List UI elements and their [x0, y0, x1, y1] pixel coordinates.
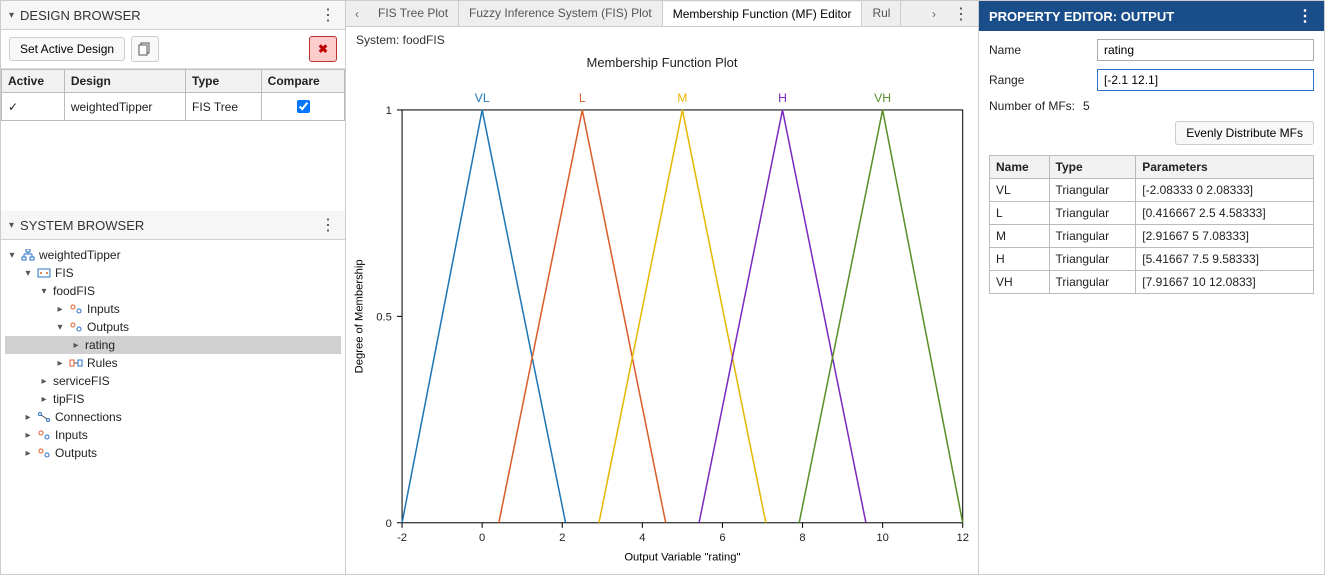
tree-connections[interactable]: ▸ Connections: [5, 408, 341, 426]
left-panel: ▾ DESIGN BROWSER ⋮ Set Active Design ✖ A…: [1, 1, 346, 574]
collapse-icon[interactable]: ▾: [9, 220, 14, 231]
rules-icon: [69, 357, 83, 369]
col-type: Type: [186, 70, 262, 93]
io-icon: [37, 429, 51, 441]
mf-plot: -2 0 2 4 6 8 10 12 0 0.5 1 Output Variable "rating"…: [346, 74, 978, 574]
tree-rules[interactable]: ▸ Rules: [5, 354, 341, 372]
design-toolbar: Set Active Design ✖: [1, 30, 345, 69]
kebab-icon[interactable]: ⋮: [1297, 6, 1314, 26]
name-input[interactable]: [1097, 39, 1314, 61]
table-row[interactable]: VHTriangular[7.91667 10 12.0833]: [990, 271, 1314, 294]
kebab-icon[interactable]: ⋮: [320, 215, 337, 235]
tree-outputs[interactable]: ▾ Outputs: [5, 318, 341, 336]
fis-icon: [37, 267, 51, 279]
io-icon: [69, 321, 83, 333]
range-input[interactable]: [1097, 69, 1314, 91]
svg-text:Output Variable "rating": Output Variable "rating": [624, 551, 740, 563]
svg-text:2: 2: [559, 532, 565, 544]
tree-outputs2[interactable]: ▸ Outputs: [5, 444, 341, 462]
nmf-value: 5: [1083, 99, 1090, 113]
collapse-icon[interactable]: ▾: [9, 10, 14, 21]
table-row[interactable]: ✓weightedTipperFIS Tree: [2, 93, 345, 121]
table-row[interactable]: HTriangular[5.41667 7.5 9.58333]: [990, 248, 1314, 271]
tab-scroll-right-icon[interactable]: ›: [923, 7, 945, 21]
tab[interactable]: Membership Function (MF) Editor: [663, 2, 863, 26]
tab-scroll-left-icon[interactable]: ‹: [346, 7, 368, 21]
io-icon: [37, 447, 51, 459]
set-active-design-button[interactable]: Set Active Design: [9, 37, 125, 61]
kebab-icon[interactable]: ⋮: [945, 4, 978, 24]
design-browser-title: DESIGN BROWSER: [20, 8, 141, 23]
table-row[interactable]: MTriangular[2.91667 5 7.08333]: [990, 225, 1314, 248]
tabs-bar: ‹ FIS Tree PlotFuzzy Inference System (F…: [346, 1, 978, 27]
svg-text:Degree of Membership: Degree of Membership: [353, 259, 365, 373]
mf-table: Name Type Parameters VLTriangular[-2.083…: [989, 155, 1314, 294]
tree-root[interactable]: ▾ weightedTipper: [5, 246, 341, 264]
tab[interactable]: Rul: [862, 1, 901, 26]
tree-fis[interactable]: ▾ FIS: [5, 264, 341, 282]
compare-checkbox[interactable]: [297, 100, 310, 113]
svg-text:0.5: 0.5: [376, 311, 392, 323]
svg-text:L: L: [579, 91, 586, 105]
tree-foodfis[interactable]: ▾ foodFIS: [5, 282, 341, 300]
svg-text:4: 4: [639, 532, 645, 544]
tree-icon: [21, 249, 35, 261]
delete-design-icon[interactable]: ✖: [309, 36, 337, 62]
tab[interactable]: Fuzzy Inference System (FIS) Plot: [459, 1, 663, 26]
svg-text:VH: VH: [874, 91, 891, 105]
range-label: Range: [989, 73, 1089, 87]
svg-text:8: 8: [799, 532, 805, 544]
tab[interactable]: FIS Tree Plot: [368, 1, 459, 26]
svg-text:VL: VL: [475, 91, 490, 105]
system-tree: ▾ weightedTipper ▾ FIS ▾ foodFIS ▸: [1, 240, 345, 468]
kebab-icon[interactable]: ⋮: [320, 5, 337, 25]
app-root: ▾ DESIGN BROWSER ⋮ Set Active Design ✖ A…: [0, 0, 1325, 575]
nmf-label: Number of MFs:: [989, 99, 1075, 113]
mf-col-name: Name: [990, 156, 1050, 179]
svg-text:0: 0: [479, 532, 485, 544]
design-table: Active Design Type Compare ✓weightedTipp…: [1, 69, 345, 121]
table-row[interactable]: VLTriangular[-2.08333 0 2.08333]: [990, 179, 1314, 202]
col-active: Active: [2, 70, 65, 93]
io-icon: [69, 303, 83, 315]
tree-tipfis[interactable]: ▸ tipFIS: [5, 390, 341, 408]
property-editor-header: PROPERTY EDITOR: OUTPUT ⋮: [979, 1, 1324, 31]
center-panel: ‹ FIS Tree PlotFuzzy Inference System (F…: [346, 1, 979, 574]
svg-text:0: 0: [386, 518, 392, 530]
copy-icon[interactable]: [131, 36, 159, 62]
svg-text:10: 10: [876, 532, 888, 544]
right-panel: PROPERTY EDITOR: OUTPUT ⋮ Name Range Num…: [979, 1, 1324, 574]
svg-text:M: M: [677, 91, 687, 105]
mf-col-type: Type: [1049, 156, 1136, 179]
tree-inputs2[interactable]: ▸ Inputs: [5, 426, 341, 444]
system-label: System: foodFIS: [346, 27, 978, 53]
svg-text:6: 6: [719, 532, 725, 544]
tree-inputs[interactable]: ▸ Inputs: [5, 300, 341, 318]
col-compare: Compare: [261, 70, 344, 93]
tree-rating[interactable]: ▸ rating: [5, 336, 341, 354]
plot-title: Membership Function Plot: [346, 53, 978, 74]
col-design: Design: [64, 70, 185, 93]
plot-area: -2 0 2 4 6 8 10 12 0 0.5 1 Output Variable "rating"…: [346, 74, 978, 574]
evenly-distribute-button[interactable]: Evenly Distribute MFs: [1175, 121, 1314, 145]
tree-servicefis[interactable]: ▸ serviceFIS: [5, 372, 341, 390]
svg-text:1: 1: [386, 105, 392, 117]
name-label: Name: [989, 43, 1089, 57]
system-browser-header: ▾ SYSTEM BROWSER ⋮: [1, 211, 345, 240]
property-body: Name Range Number of MFs: 5 Evenly Distr…: [979, 31, 1324, 302]
mf-col-params: Parameters: [1136, 156, 1314, 179]
svg-text:12: 12: [956, 532, 968, 544]
svg-text:-2: -2: [397, 532, 407, 544]
design-browser-header: ▾ DESIGN BROWSER ⋮: [1, 1, 345, 30]
table-row[interactable]: LTriangular[0.416667 2.5 4.58333]: [990, 202, 1314, 225]
svg-text:H: H: [778, 91, 787, 105]
property-editor-title: PROPERTY EDITOR: OUTPUT: [989, 9, 1174, 24]
connections-icon: [37, 411, 51, 423]
system-browser-title: SYSTEM BROWSER: [20, 218, 144, 233]
